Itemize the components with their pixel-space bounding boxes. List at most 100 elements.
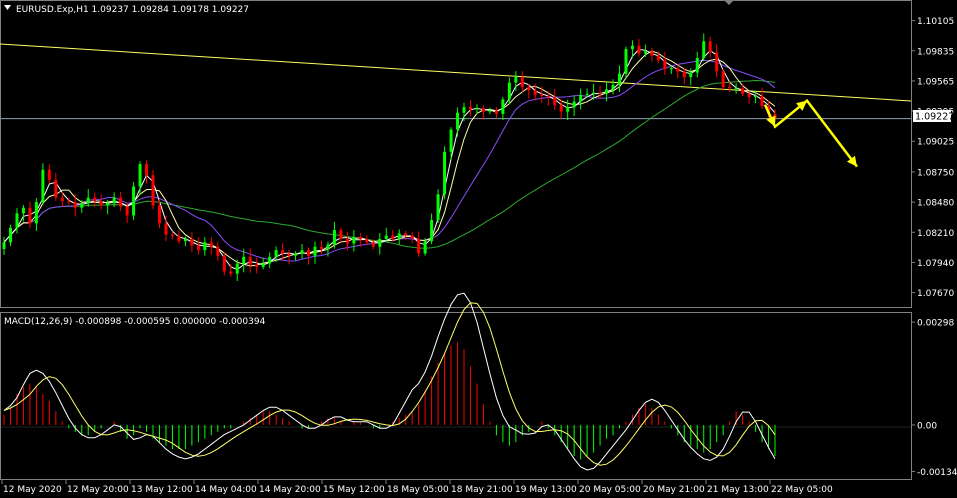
ma-long-line: [3, 79, 776, 249]
candle-bull: [106, 203, 110, 206]
candle-bear: [682, 71, 686, 78]
candle-bear: [741, 88, 745, 94]
candle-bear: [540, 94, 544, 97]
candle-bull: [300, 250, 304, 254]
candle-bear: [47, 169, 51, 180]
price-tick-label: 1.09565: [917, 77, 954, 87]
candle-bear: [715, 52, 719, 72]
current-price-text: 1.09227: [915, 112, 954, 123]
candle-bull: [261, 263, 265, 267]
candle-bear: [520, 77, 524, 88]
candle-bear: [93, 197, 97, 202]
time-tick-label: 21 May 13:00: [707, 485, 769, 495]
candle-bull: [689, 72, 693, 78]
price-tick-label: 1.09025: [917, 138, 954, 148]
candle-bear: [170, 234, 174, 236]
candle-bull: [430, 219, 434, 242]
candle-bull: [436, 194, 440, 220]
time-tick-label: 20 May 05:00: [579, 485, 641, 495]
candle-bull: [384, 235, 388, 239]
time-tick-label: 22 May 05:00: [771, 485, 833, 495]
candle-bull: [618, 73, 622, 85]
candle-bear: [533, 90, 537, 95]
time-tick-label: 18 May 05:00: [387, 485, 449, 495]
candle-bull: [34, 202, 38, 224]
macd-signal-line: [3, 302, 776, 466]
candle-bear: [307, 250, 311, 256]
candle-bull: [326, 244, 330, 250]
candle-bull: [611, 84, 615, 90]
macd-label: MACD(12,26,9) -0.000898 -0.000595 0.0000…: [4, 317, 266, 327]
candle-bull: [507, 82, 511, 100]
candle-bull: [605, 89, 609, 94]
candle-bear: [410, 235, 414, 239]
candle-bull: [585, 93, 589, 95]
candle-bear: [151, 175, 155, 206]
candle-bear: [676, 68, 680, 72]
candle-bull: [643, 51, 647, 54]
candle-bear: [559, 104, 563, 112]
candle-bear: [248, 256, 252, 265]
time-tick-label: 20 May 21:00: [643, 485, 705, 495]
candle-bear: [119, 197, 123, 207]
candle-bull: [449, 129, 453, 152]
candle-bull: [313, 246, 317, 256]
scroll-marker-icon: [724, 0, 734, 5]
price-tick-label: 1.07670: [917, 289, 954, 299]
time-tick-label: 14 May 04:00: [195, 485, 257, 495]
candle-bear: [553, 97, 557, 105]
time-tick-label: 12 May 20:00: [67, 485, 129, 495]
time-tick-label: 18 May 21:00: [451, 485, 513, 495]
candle-bear: [708, 41, 712, 53]
candle-bull: [21, 207, 25, 214]
candle-bull: [624, 49, 628, 74]
candle-bear: [339, 230, 343, 239]
mt4-chart[interactable]: 1.101051.098351.095651.092951.090251.087…: [0, 0, 957, 498]
candle-bear: [73, 202, 77, 208]
candle-bull: [112, 197, 116, 204]
candle-bull: [695, 58, 699, 73]
candle-bull: [456, 112, 460, 130]
price-tick-label: 1.07940: [917, 259, 954, 269]
candle-bear: [67, 201, 71, 203]
candle-bear: [391, 235, 395, 239]
candle-bull: [397, 233, 401, 239]
candle-bull: [572, 101, 576, 108]
candle-bull: [2, 242, 6, 250]
trend-line: [0, 43, 912, 102]
ma-mid-line: [3, 50, 776, 267]
candle-bull: [754, 96, 758, 98]
time-tick-label: 19 May 13:00: [515, 485, 577, 495]
candle-bear: [164, 223, 168, 235]
candle-bull: [514, 77, 518, 83]
title-arrow-icon: [4, 5, 11, 10]
candle-bull: [462, 107, 466, 113]
candle-bear: [345, 238, 349, 244]
candle-bear: [157, 205, 161, 224]
candle-bear: [365, 238, 369, 243]
candle-bull: [183, 238, 187, 242]
candle-bear: [125, 206, 129, 216]
price-tick-label: 1.08750: [917, 168, 954, 178]
candle-bear: [546, 96, 550, 98]
candle-bear: [229, 271, 233, 274]
candle-bull: [592, 92, 596, 94]
macd-tick-label: 0.00: [917, 421, 937, 431]
candle-bear: [721, 71, 725, 88]
candle-bull: [15, 213, 19, 228]
candle-bull: [443, 151, 447, 195]
candle-bull: [501, 99, 505, 114]
candle-bull: [41, 169, 45, 203]
price-tick-label: 1.08210: [917, 229, 954, 239]
candle-bull: [138, 164, 142, 187]
candle-bull: [475, 108, 479, 110]
candle-bear: [287, 253, 291, 256]
candle-bear: [527, 87, 531, 91]
candle-bear: [196, 245, 200, 251]
macd-tick-label: 0.00298: [917, 319, 954, 329]
candle-bull: [352, 236, 356, 244]
time-tick-label: 15 May 12:00: [323, 485, 385, 495]
candle-bear: [358, 236, 362, 239]
candle-bull: [294, 253, 298, 256]
candle-bull: [423, 241, 427, 254]
